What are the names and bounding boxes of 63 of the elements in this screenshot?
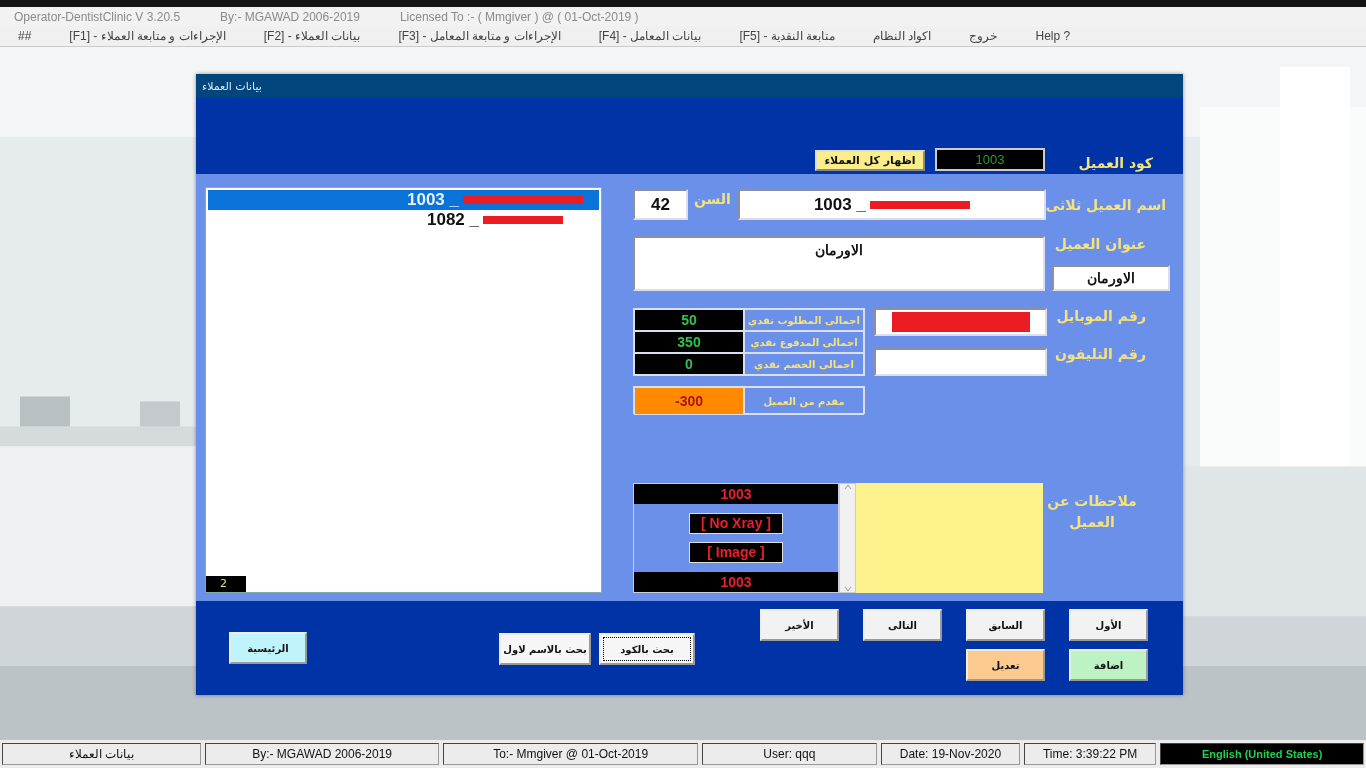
total-label: اجمالى الخصم نقدي <box>744 353 864 375</box>
dialog-title: بيانات العملاء <box>202 79 262 93</box>
scrollbar[interactable] <box>839 483 856 593</box>
advance-label: مقدم من العميل <box>744 387 864 415</box>
author-text: By:- MGAWAD 2006-2019 <box>220 9 360 24</box>
menu-item[interactable]: [F3] - الإجراءات و متابعة المعامل <box>398 29 561 43</box>
search-button[interactable]: بحث بالكود <box>599 633 695 665</box>
field-label: اسم العميل ثلاثى <box>1045 196 1166 213</box>
navigation-button[interactable]: السابق <box>966 609 1045 641</box>
code-bar: 1003 <box>634 484 838 504</box>
menu-item[interactable]: اكواد النظام <box>873 29 932 43</box>
menu-item[interactable]: [F4] - بيانات المعامل <box>598 29 702 43</box>
field-label: رقم التليفون <box>1054 346 1146 362</box>
customer-code-field[interactable]: 1003 <box>935 148 1045 171</box>
area-field[interactable]: الاورمان <box>1052 265 1170 291</box>
app-title: Operator-DentistClinic V 3.20.5 <box>14 9 181 24</box>
notes-field[interactable] <box>856 483 1043 593</box>
add-button[interactable]: اضافة <box>1069 649 1148 681</box>
language-indicator: English (United States) <box>1160 743 1364 765</box>
image-button[interactable]: [ Image ] <box>689 542 783 564</box>
list-item[interactable]: 1003 _ <box>208 190 599 210</box>
total-value: 0 <box>634 353 744 375</box>
menu-item[interactable]: [F5] - متابعة النقدية <box>739 29 836 43</box>
status-text: To:- Mmgiver @ 01-Oct-2019 <box>443 743 698 765</box>
search-button[interactable]: بحث بالاسم لاول <box>499 633 591 665</box>
status-text: بيانات العملاء <box>2 743 201 765</box>
total-label: اجمالى المطلوب نقدي <box>744 309 864 331</box>
navigation-button[interactable]: التالى <box>863 609 942 641</box>
menu-item[interactable]: خروج <box>969 29 998 43</box>
field-label: ملاحظات عن العميل <box>1046 492 1138 532</box>
status-text: By:- MGAWAD 2006-2019 <box>204 743 440 765</box>
home-button[interactable]: الرئيسية <box>229 632 307 664</box>
show-all-button[interactable]: اظهار كل العملاء <box>815 150 925 171</box>
license-text: Licensed To :- ( Mmgiver ) @ ( 01-Oct-2019 ) <box>399 9 639 24</box>
field-label: عنوان العميل <box>1054 236 1147 252</box>
menu-item[interactable]: Help ? <box>1035 29 1071 43</box>
status-text: Date: 19-Nov-2020 <box>880 743 1020 765</box>
edit-button[interactable]: تعديل <box>966 649 1045 681</box>
record-count: 2 <box>206 576 246 592</box>
field-label: رقم الموبايل <box>1056 308 1146 324</box>
menu-item[interactable]: [F2] - بيانات العملاء <box>263 29 361 43</box>
total-label: اجمالى المدفوع نقدي <box>744 331 864 353</box>
address-field[interactable]: الاورمان <box>633 236 1045 291</box>
advance-value: -300 <box>634 387 744 415</box>
field-label: كود العميل <box>1078 155 1153 171</box>
navigation-button[interactable]: الأول <box>1069 609 1148 641</box>
menu-item[interactable]: ## <box>18 29 32 43</box>
name-field[interactable]: 1003 _ <box>737 189 1046 220</box>
menu-item[interactable]: [F1] - الإجراءات و متابعة العملاء <box>69 29 226 43</box>
scroll-down-icon[interactable] <box>843 586 852 592</box>
code-bar: 1003 <box>634 571 838 592</box>
list-item[interactable]: 1082 _ <box>208 210 599 230</box>
total-value: 50 <box>634 309 744 331</box>
total-value: 350 <box>634 331 744 353</box>
status-text: Time: 3:39:22 PM <box>1024 743 1157 765</box>
navigation-button[interactable]: الأخير <box>760 609 839 641</box>
phone-field[interactable] <box>874 348 1047 376</box>
field-label: السن <box>694 191 731 210</box>
age-field[interactable]: 42 <box>633 189 688 220</box>
status-text: User: qqq <box>701 743 877 765</box>
scroll-up-icon[interactable] <box>843 484 852 490</box>
mobile-field[interactable] <box>874 308 1047 336</box>
xray-button[interactable]: [ No Xray ] <box>689 512 783 534</box>
